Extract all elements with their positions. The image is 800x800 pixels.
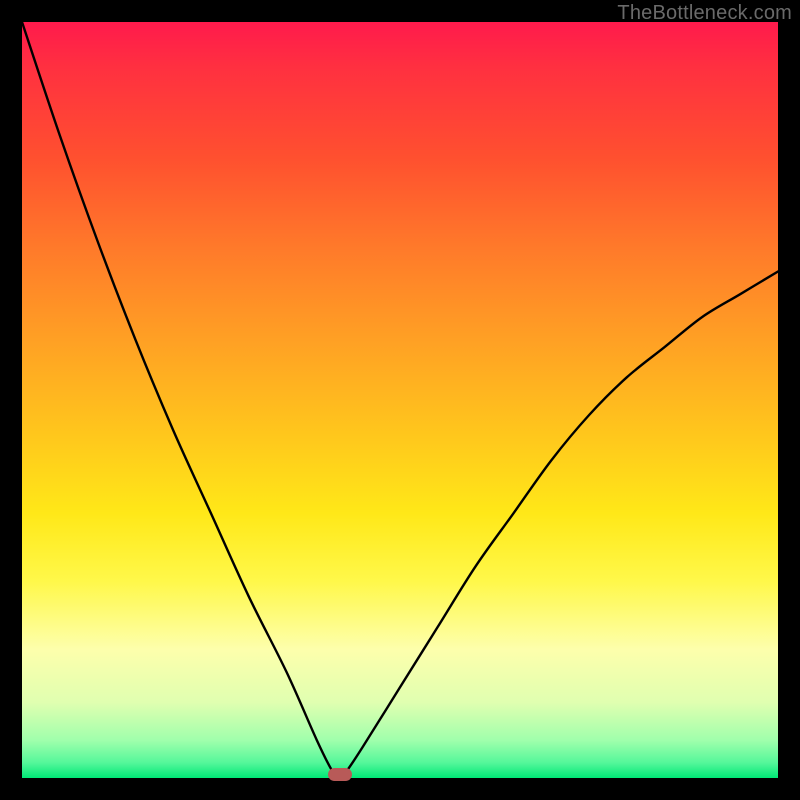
bottleneck-curve (22, 22, 778, 778)
minimum-marker (328, 768, 352, 781)
watermark-label: TheBottleneck.com (617, 2, 792, 25)
chart-frame (22, 22, 778, 778)
